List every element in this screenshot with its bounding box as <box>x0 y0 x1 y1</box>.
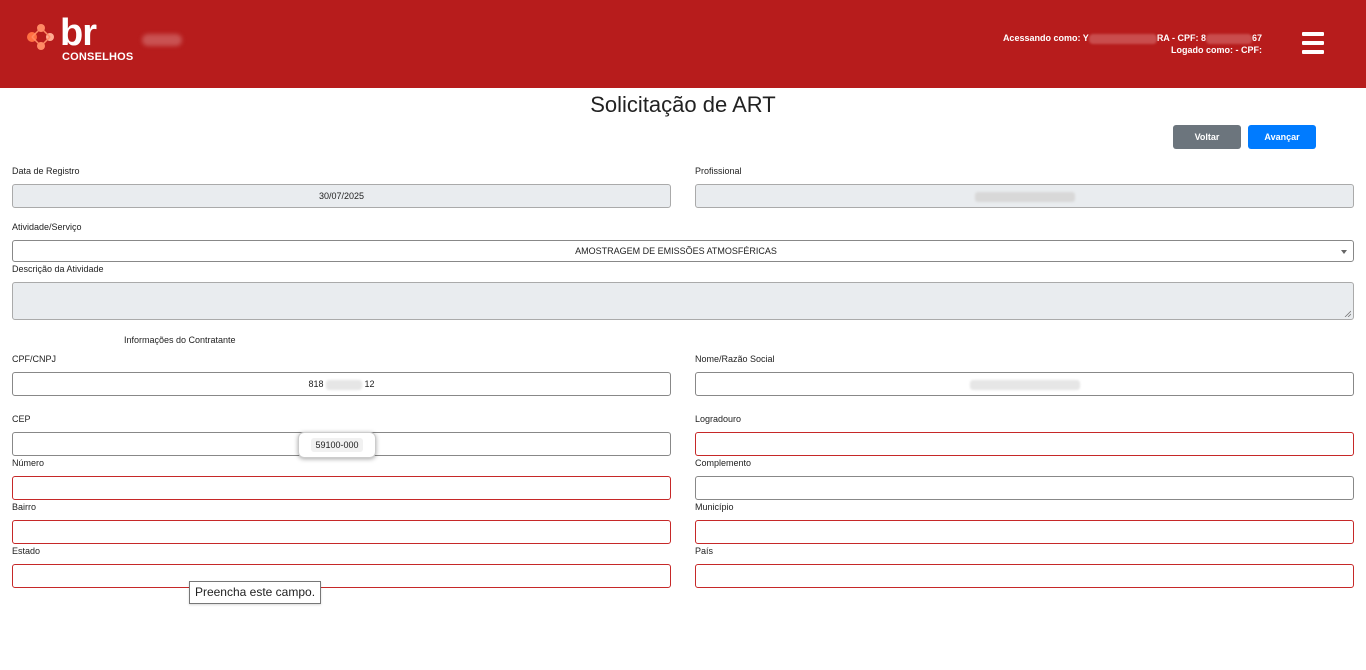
redacted-nome-razao <box>969 379 1080 390</box>
logo-wordmark: br <box>60 12 97 54</box>
cep-label: CEP <box>12 414 31 424</box>
redacted-org-name <box>142 34 182 46</box>
data-registro-field[interactable]: 30/07/2025 <box>12 184 671 208</box>
pais-label: País <box>695 546 714 556</box>
complemento-label: Complemento <box>695 458 752 468</box>
cpf-cnpj-input[interactable]: 818 12 <box>12 372 671 396</box>
resize-handle-icon[interactable] <box>1344 310 1351 317</box>
br-conselhos-logo[interactable]: br CONSELHOS <box>26 12 136 66</box>
bairro-label: Bairro <box>12 502 37 512</box>
logo-subtext: CONSELHOS <box>62 51 134 63</box>
estado-input[interactable] <box>12 564 671 588</box>
redacted-username <box>1088 33 1157 44</box>
user-access-line: Acessando como: Y RA - CPF: 8 67 <box>1002 33 1262 44</box>
logo-dots-icon <box>27 24 54 50</box>
descricao-label: Descrição da Atividade <box>12 264 104 274</box>
nome-razao-label: Nome/Razão Social <box>695 354 775 364</box>
bairro-input[interactable] <box>12 520 671 544</box>
numero-input[interactable] <box>12 476 671 500</box>
atividade-label: Atividade/Serviço <box>12 222 82 232</box>
profissional-field[interactable] <box>695 184 1354 208</box>
contratante-section-heading: Informações do Contratante <box>124 335 236 345</box>
cep-value: 59100-000 <box>311 438 363 452</box>
municipio-label: Município <box>695 502 734 512</box>
page-title: Solicitação de ART <box>590 92 776 117</box>
user-logged-line: Logado como: - CPF: <box>1171 45 1262 55</box>
estado-label: Estado <box>12 546 41 556</box>
chevron-down-icon <box>1341 250 1347 254</box>
cep-value-highlight[interactable]: 59100-000 <box>298 432 376 458</box>
hamburger-menu-icon[interactable] <box>1302 32 1324 54</box>
descricao-textarea[interactable] <box>12 282 1354 320</box>
user-session-info: Acessando como: Y RA - CPF: 8 67 Logado co… <box>1003 32 1262 56</box>
logradouro-input[interactable] <box>695 432 1354 456</box>
redacted-cpf <box>1205 33 1252 44</box>
complemento-input[interactable] <box>695 476 1354 500</box>
logradouro-label: Logradouro <box>695 414 742 424</box>
cpf-cnpj-label: CPF/CNPJ <box>12 354 57 364</box>
atividade-select[interactable]: AMOSTRAGEM DE EMISSÕES ATMOSFÉRICAS <box>12 240 1354 262</box>
nome-razao-input[interactable] <box>695 372 1354 396</box>
pais-input[interactable] <box>695 564 1354 588</box>
data-registro-label: Data de Registro <box>12 166 80 176</box>
validation-tooltip: Preencha este campo. <box>189 581 321 604</box>
back-button[interactable]: Voltar <box>1173 125 1241 149</box>
profissional-label: Profissional <box>695 166 742 176</box>
top-header: br CONSELHOS Acessando como: Y RA - CPF: … <box>0 0 1366 88</box>
next-button[interactable]: Avançar <box>1248 125 1316 149</box>
redacted-profissional <box>974 191 1075 202</box>
municipio-input[interactable] <box>695 520 1354 544</box>
redacted-cpf-cnpj <box>326 379 362 390</box>
numero-label: Número <box>12 458 45 468</box>
atividade-selected-value: AMOSTRAGEM DE EMISSÕES ATMOSFÉRICAS <box>575 246 777 256</box>
